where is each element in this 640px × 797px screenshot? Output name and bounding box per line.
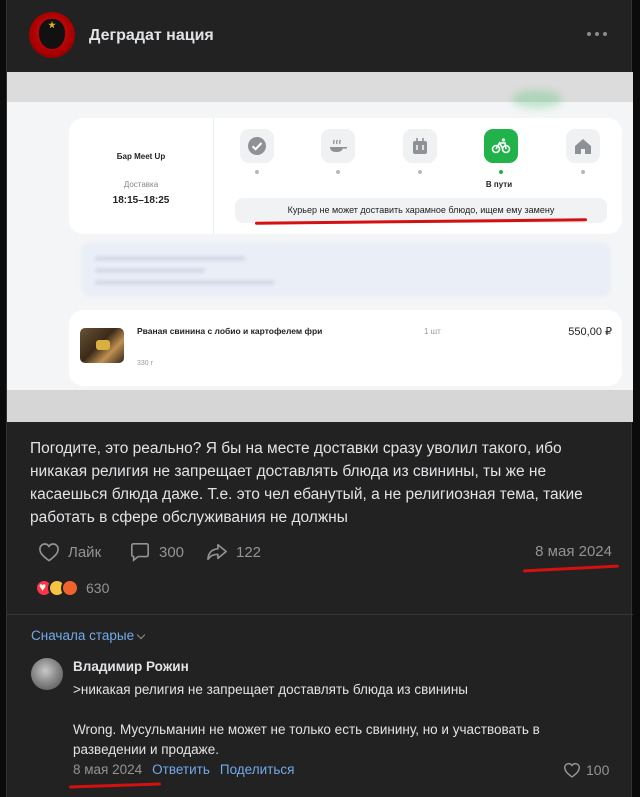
heart-icon xyxy=(39,543,59,562)
group-name[interactable]: Деградат нация xyxy=(89,27,214,45)
sort-label: Сначала старые xyxy=(31,628,135,643)
comment-text: >никакая религия не запрещает доставлять… xyxy=(73,680,613,760)
comment-body-line: Wrong. Мусульманин не может не только ес… xyxy=(73,722,540,757)
chevron-down-icon xyxy=(136,630,146,640)
card-divider xyxy=(213,118,214,234)
group-avatar[interactable] xyxy=(29,12,75,58)
progress-dot-active xyxy=(499,170,503,174)
more-horizontal-icon[interactable] xyxy=(583,26,611,42)
comment-icon xyxy=(131,543,149,562)
angry-reaction-icon xyxy=(61,579,79,597)
delivery-label: Доставка xyxy=(123,180,159,189)
comments-button[interactable]: 300 xyxy=(129,540,184,564)
comment-author-avatar[interactable] xyxy=(31,658,63,690)
share-arrow-icon xyxy=(207,543,227,561)
like-label: Лайк xyxy=(68,543,102,561)
post-header: Деградат нация xyxy=(7,0,633,72)
comments-count: 300 xyxy=(159,543,185,561)
post-actions: Лайк 300 122 8 мая 2024 xyxy=(30,540,620,564)
order-item-card: Рваная свинина с лобио и картофелем фри … xyxy=(69,310,622,386)
food-thumbnail xyxy=(80,328,124,363)
delivery-time: 18:15–18:25 xyxy=(112,195,170,206)
comments-sort-dropdown[interactable]: Сначала старые xyxy=(31,628,146,643)
shares-count: 122 xyxy=(236,543,262,561)
blurred-green-element xyxy=(512,90,562,108)
comment-share-button[interactable]: Поделиться xyxy=(220,762,295,777)
order-status-card: Бар Meet Up Доставка 18:15–18:25 В пути … xyxy=(69,118,622,234)
post-text: Погодите, это реально? Я бы на месте дос… xyxy=(30,440,583,526)
post-card: Деградат нация Бар Meet Up Доставка 18:1… xyxy=(6,0,633,797)
share-button[interactable]: 122 xyxy=(206,540,261,564)
red-annotation-underline xyxy=(522,564,620,573)
image-bottom-band xyxy=(7,390,633,422)
red-annotation-underline xyxy=(68,782,162,789)
like-button[interactable]: Лайк xyxy=(38,540,101,564)
progress-dot xyxy=(581,170,585,174)
active-step-label: В пути xyxy=(485,180,513,189)
food-quantity: 1 шт xyxy=(424,327,441,336)
comment-likes-count: 100 xyxy=(586,762,610,778)
step-check-icon xyxy=(240,129,274,163)
heart-icon xyxy=(563,762,581,778)
progress-dot xyxy=(255,170,259,174)
post-image[interactable]: Бар Meet Up Доставка 18:15–18:25 В пути … xyxy=(7,72,633,422)
comment-author[interactable]: Владимир Рожин xyxy=(73,659,189,674)
reactions-summary[interactable]: 630 xyxy=(35,578,109,598)
food-weight: 330 г xyxy=(137,360,154,367)
comment-meta: 8 мая 2024 Ответить Поделиться xyxy=(73,762,294,777)
food-name: Рваная свинина с лобио и картофелем фри xyxy=(137,326,323,336)
step-packing-icon xyxy=(403,129,437,163)
step-bicycle-icon xyxy=(484,129,518,163)
restaurant-name: Бар Meet Up xyxy=(116,152,166,161)
progress-dot xyxy=(418,170,422,174)
blurred-info-card xyxy=(81,242,611,297)
post-date[interactable]: 8 мая 2024 xyxy=(510,543,612,560)
reply-button[interactable]: Ответить xyxy=(152,762,210,777)
comment-blank-line xyxy=(73,700,613,720)
comment-quote-line: >никакая религия не запрещает доставлять… xyxy=(73,682,468,697)
status-message: Курьер не может доставить харамное блюдо… xyxy=(287,205,555,215)
reactions-count: 630 xyxy=(86,580,110,596)
progress-dot xyxy=(336,170,340,174)
step-cooking-pan-icon xyxy=(321,129,355,163)
comments-divider xyxy=(7,614,633,615)
comment-like-button[interactable]: 100 xyxy=(563,762,609,778)
comment-date[interactable]: 8 мая 2024 xyxy=(73,762,142,777)
food-price: 550,00 ₽ xyxy=(568,326,612,338)
step-home-icon xyxy=(566,129,600,163)
